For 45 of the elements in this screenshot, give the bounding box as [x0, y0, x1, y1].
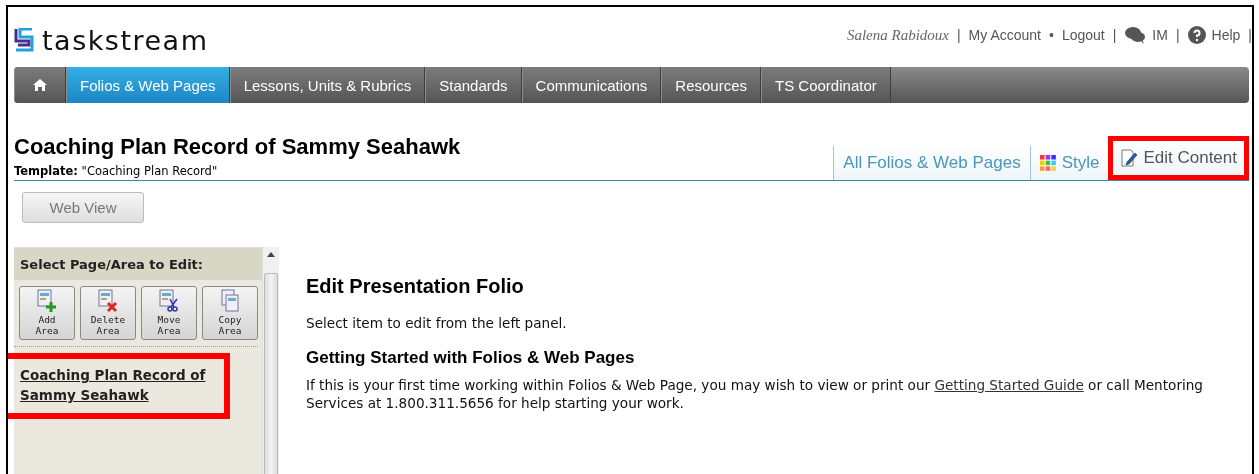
chat-icon — [1124, 26, 1147, 44]
separator: | — [956, 27, 961, 43]
help-paragraph: If this is your first time working within Folios & Web Page, you may wish to view or print our Getting Started Guide or call Mentoring Services at 1.800.311.5656 for help starting your work. — [306, 376, 1204, 412]
nav-tab[interactable]: Resources — [661, 67, 761, 103]
home-tab[interactable] — [14, 67, 66, 103]
separator: | — [1248, 27, 1252, 43]
add-page-icon — [36, 289, 58, 313]
page-tab[interactable]: Edit Content — [1108, 136, 1249, 180]
header-link[interactable]: My Account — [968, 27, 1041, 43]
area-tool-button[interactable]: Add Area — [19, 286, 75, 340]
scrollbar-thumb[interactable] — [264, 273, 278, 474]
sidebar-item[interactable]: Coaching Plan Record of Sammy Seahawk — [20, 365, 216, 405]
nav-tab[interactable]: Lessons, Units & Rubrics — [229, 67, 426, 103]
page-title: Coaching Plan Record of Sammy Seahawk — [14, 134, 461, 160]
web-view-button[interactable]: Web View — [22, 192, 144, 223]
user-name: Salena Rabidoux — [846, 26, 949, 44]
nav-tab[interactable]: Communications — [521, 67, 662, 103]
intro-text: Select item to edit from the left panel. — [306, 314, 568, 332]
section-subheading: Getting Started with Folios & Web Pages — [306, 348, 636, 368]
copy-page-icon — [219, 289, 241, 313]
pencil-page-icon — [1120, 149, 1139, 167]
header-link[interactable]: Logout — [1061, 27, 1105, 43]
scrollbar[interactable] — [262, 247, 279, 474]
sidebar-title: Select Page/Area to Edit: — [14, 248, 262, 280]
help-icon — [1187, 26, 1206, 44]
separator: • — [1049, 27, 1054, 43]
guide-link[interactable]: Getting Started Guide — [934, 377, 1084, 393]
separator: | — [1175, 27, 1180, 43]
delete-page-icon — [97, 289, 119, 313]
separator: | — [1112, 27, 1117, 43]
home-icon — [32, 78, 48, 92]
area-tool-button[interactable]: Copy Area — [202, 286, 258, 340]
nav-tab[interactable]: Standards — [425, 67, 522, 103]
area-tool-button[interactable]: Move Area — [141, 286, 197, 340]
logo-icon — [14, 28, 34, 52]
help-link[interactable]: Help — [1187, 26, 1241, 44]
template-line: Template: "Coaching Plan Record" — [14, 164, 219, 178]
area-tool-button[interactable]: Delete Area — [80, 286, 136, 340]
scroll-up-icon — [267, 252, 275, 257]
section-heading: Edit Presentation Folio — [306, 275, 525, 298]
logo-text: taskstream — [42, 24, 209, 56]
scissors-page-icon — [158, 289, 180, 313]
im-link[interactable]: IM — [1124, 26, 1168, 44]
nav-tab[interactable]: TS Coordinator — [761, 67, 891, 103]
color-grid-icon — [1039, 154, 1057, 172]
